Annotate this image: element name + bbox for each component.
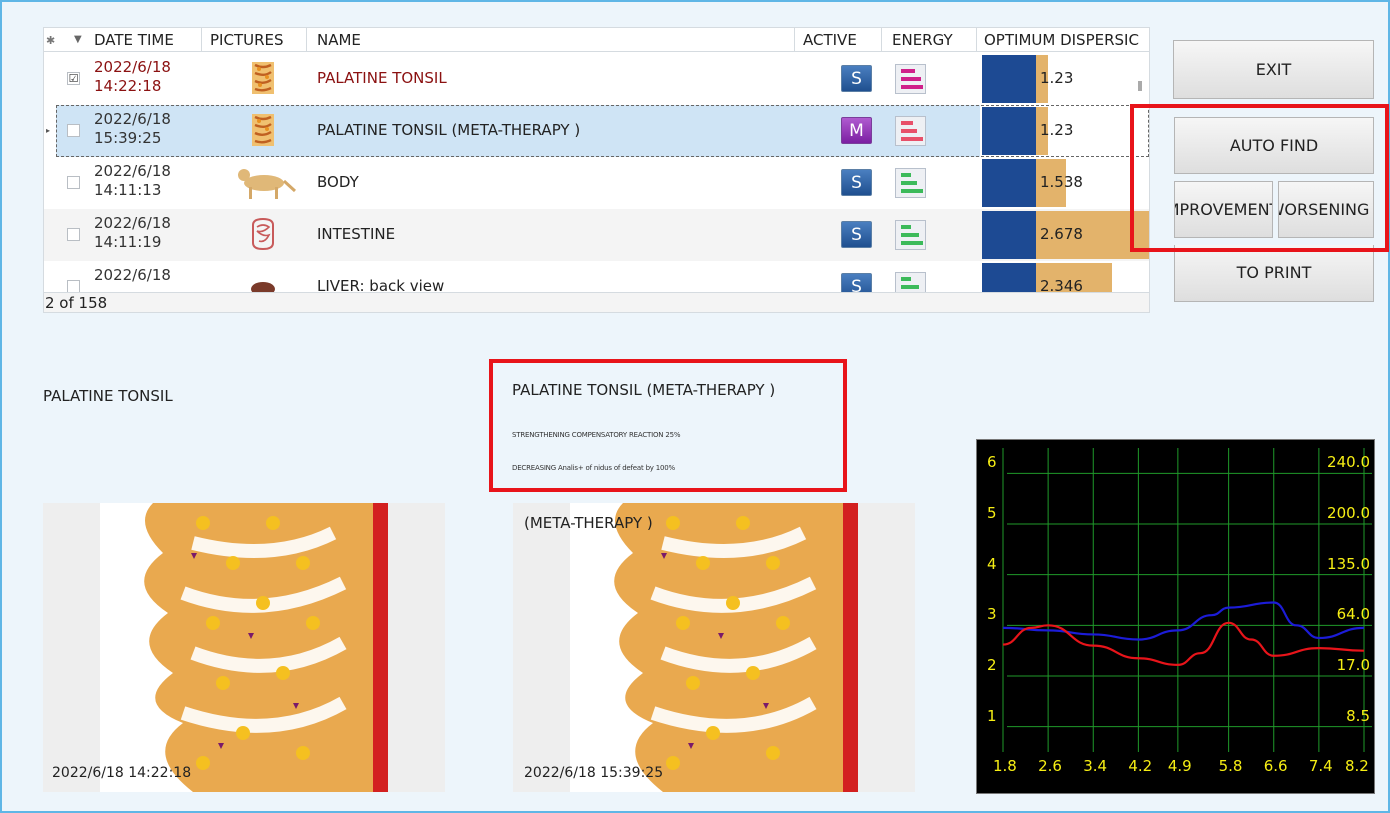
to-print-button[interactable]: TO PRINT — [1174, 245, 1374, 302]
x-tick-label: 1.8 — [993, 757, 1017, 775]
sort-desc-icon[interactable]: ▼ — [74, 34, 82, 45]
dispersion-value: 1.23 — [1040, 69, 1074, 87]
x-tick-label: 5.8 — [1218, 757, 1243, 775]
row-time: 14:11:19 — [94, 233, 162, 251]
row-date: 2022/6/18 — [94, 266, 171, 284]
x-tick-label: 3.4 — [1083, 757, 1108, 775]
row-datetime: 2022/6/18 — [94, 266, 171, 285]
header-optimum-dispersion[interactable]: OPTIMUM DISPERSIC — [984, 31, 1139, 49]
energy-bars-icon — [895, 168, 926, 198]
chart-plot-area — [1002, 448, 1372, 752]
row-datetime: 2022/6/18 14:11:19 — [94, 214, 171, 252]
y-right-tick-label: 135.0 — [1327, 554, 1370, 573]
x-tick-label: 4.9 — [1167, 757, 1192, 775]
row-date: 2022/6/18 — [94, 162, 171, 180]
y-right-tick-label: 64.0 — [1336, 605, 1370, 624]
x-tick-label: 8.2 — [1345, 757, 1369, 775]
header-pictures[interactable]: PICTURES — [210, 31, 284, 49]
tissue-micrograph-icon — [144, 503, 388, 792]
row-name: INTESTINE — [317, 225, 396, 243]
grid-header: ✱ ▼ DATE TIME PICTURES NAME ACTIVE ENERG… — [44, 28, 1149, 52]
row-checkbox[interactable] — [67, 176, 80, 189]
row-checkbox[interactable]: ☑ — [67, 72, 80, 85]
row-time: 14:11:13 — [94, 181, 162, 199]
meta-therapy-caption: (META-THERAPY ) — [524, 514, 653, 532]
x-tick-label: 2.6 — [1038, 757, 1062, 775]
row-date: 2022/6/18 — [94, 58, 171, 76]
active-badge: S — [841, 65, 872, 92]
left-image-timestamp: 2022/6/18 14:22:18 — [52, 765, 192, 781]
y-right-tick-label: 8.5 — [1346, 706, 1370, 725]
row-checkbox[interactable] — [67, 228, 80, 241]
current-row-icon: ▸ — [46, 126, 51, 135]
y-right-tick-label: 17.0 — [1336, 656, 1370, 674]
row-name: PALATINE TONSIL — [317, 69, 447, 87]
header-date-time[interactable]: DATE TIME — [94, 31, 174, 49]
row-date: 2022/6/18 — [94, 214, 171, 232]
row-datetime: 2022/6/18 14:11:13 — [94, 162, 171, 200]
x-tick-label: 4.2 — [1128, 757, 1153, 775]
middle-image-timestamp: 2022/6/18 15:39:25 — [524, 765, 664, 781]
middle-tissue-image: (META-THERAPY ) 2022/6/18 15:39:25 — [513, 503, 915, 792]
highlight-box — [489, 359, 847, 492]
spectrum-chart: 6 5 4 3 2 1 240.0 200.0 135.0 64.0 17.0 8.5 1.8 2.6 3.… — [976, 439, 1375, 794]
dispersion-value: 2.678 — [1040, 225, 1083, 243]
y-left-tick-label: 1 — [987, 706, 997, 725]
table-row[interactable]: ▸ 2022/6/18 15:39:25 PALATINE TONSIL (ME… — [44, 105, 1149, 157]
left-panel-title: PALATINE TONSIL — [43, 387, 173, 405]
tissue-thumbnail-icon — [252, 62, 274, 94]
header-active[interactable]: ACTIVE — [803, 31, 857, 49]
results-grid: ✱ ▼ DATE TIME PICTURES NAME ACTIVE ENERG… — [43, 27, 1150, 313]
active-badge: S — [841, 169, 872, 196]
tissue-micrograph-icon — [614, 503, 858, 792]
energy-bars-icon — [895, 220, 926, 250]
dispersion-value: 1.538 — [1040, 173, 1083, 191]
x-tick-label: 7.4 — [1308, 757, 1333, 775]
y-left-tick-label: 5 — [987, 504, 997, 522]
highlight-box — [1130, 104, 1389, 252]
intestine-thumbnail-icon — [252, 217, 274, 251]
grid-scrollbar[interactable] — [1138, 81, 1142, 91]
y-left-tick-label: 3 — [987, 605, 997, 624]
left-tissue-image: 2022/6/18 14:22:18 — [43, 503, 445, 792]
header-energy[interactable]: ENERGY — [892, 31, 953, 49]
y-left-tick-label: 6 — [987, 453, 997, 472]
y-left-tick-label: 2 — [987, 656, 997, 674]
energy-bars-icon — [895, 64, 926, 94]
y-left-tick-label: 4 — [987, 554, 997, 573]
header-name[interactable]: NAME — [317, 31, 361, 49]
table-row[interactable]: 2022/6/18 14:11:19 INTESTINE S 2.678 — [44, 209, 1149, 261]
x-tick-label: 6.6 — [1263, 757, 1288, 775]
active-badge: S — [841, 221, 872, 248]
chart-series-line-0 — [1002, 601, 1365, 641]
y-right-tick-label: 240.0 — [1327, 453, 1370, 472]
header-indicator-icon: ✱ — [46, 34, 56, 47]
y-right-tick-label: 200.0 — [1327, 504, 1370, 522]
record-counter: 2 of 158 — [45, 294, 108, 312]
table-row[interactable]: 2022/6/18 14:11:13 BODY S 1.538 — [44, 157, 1149, 209]
row-datetime: 2022/6/18 14:22:18 — [94, 58, 171, 96]
grid-footer: 2 of 158 — [44, 292, 1149, 312]
table-row[interactable]: ☑ 2022/6/18 14:22:18 PALATINE TONSIL S 1… — [44, 53, 1149, 105]
dog-thumbnail-icon — [238, 169, 297, 199]
row-time: 14:22:18 — [94, 77, 162, 95]
exit-button[interactable]: EXIT — [1173, 40, 1374, 99]
row-name: BODY — [317, 173, 359, 191]
